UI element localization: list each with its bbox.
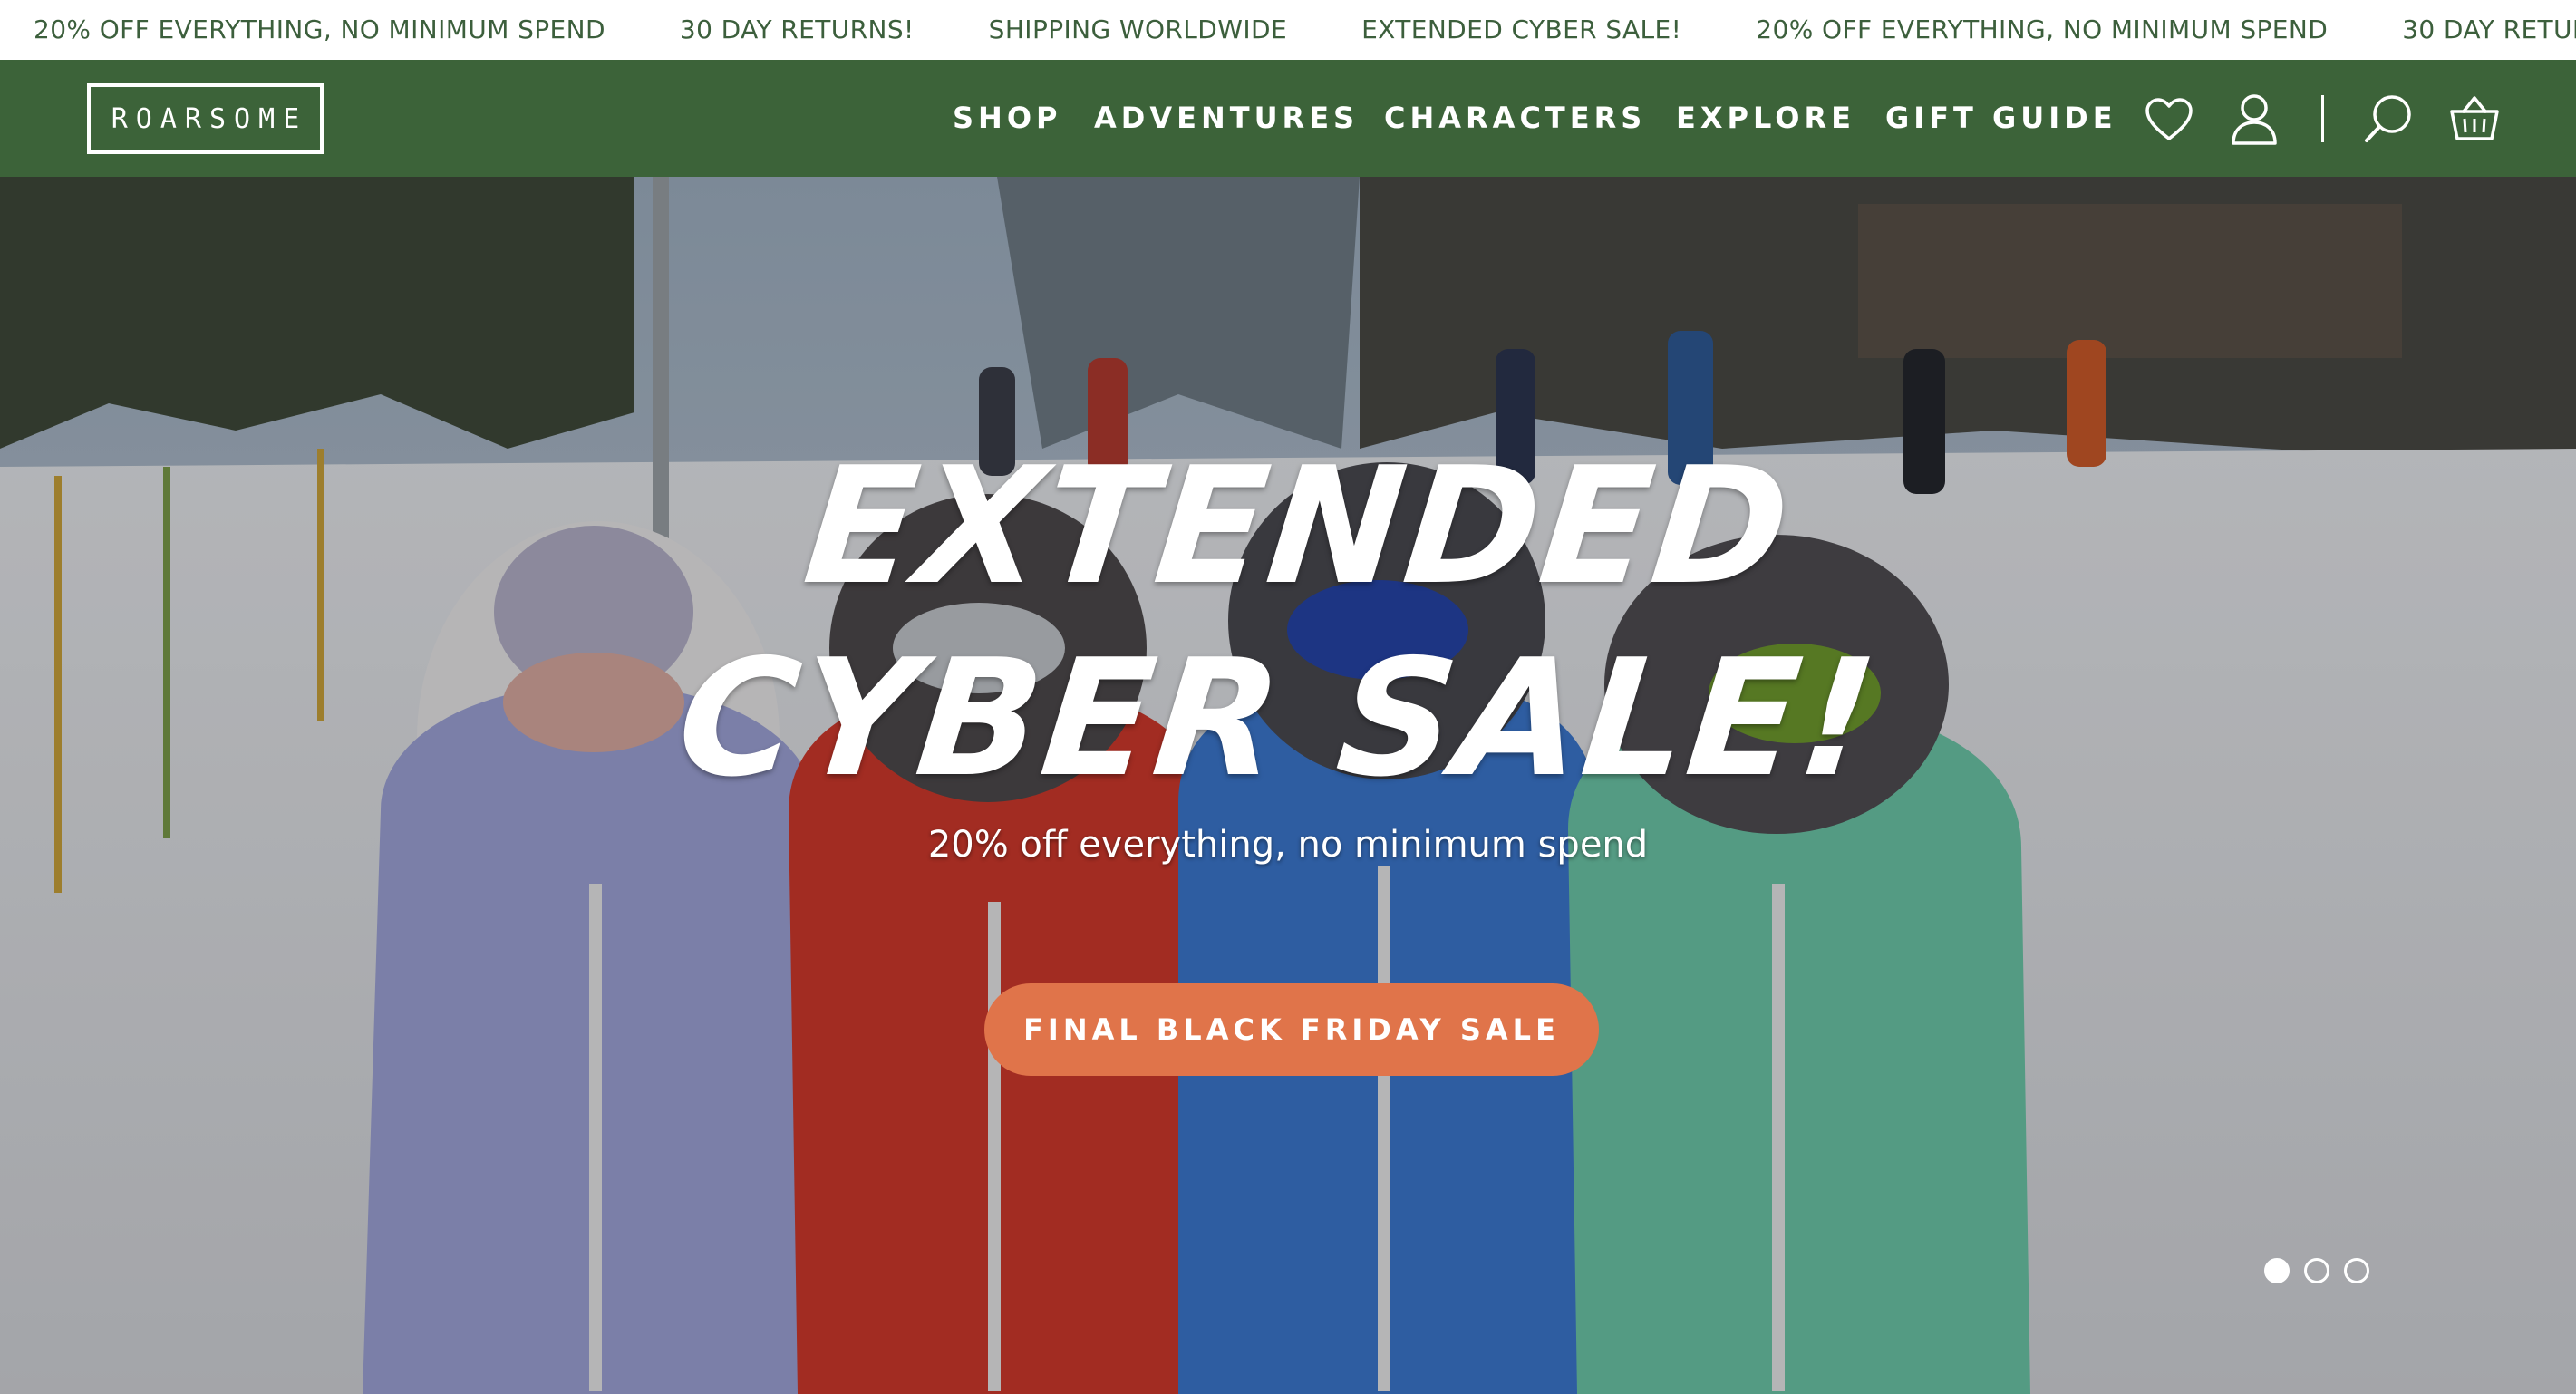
announcement-bar: 20% OFF EVERYTHING, NO MINIMUM SPEND 30 …	[0, 0, 2576, 60]
basket-icon[interactable]	[2449, 93, 2500, 142]
final-black-friday-sale-button[interactable]: FINAL BLACK FRIDAY SALE	[984, 983, 1599, 1076]
announcement-item: 20% OFF EVERYTHING, NO MINIMUM SPEND	[34, 15, 605, 44]
account-icon[interactable]	[2231, 92, 2278, 145]
announcement-item: EXTENDED CYBER SALE!	[1361, 15, 1682, 44]
nav-explore[interactable]: EXPLORE	[1676, 60, 1855, 177]
header-divider	[2321, 95, 2324, 142]
nav-characters[interactable]: CHARACTERS	[1384, 60, 1646, 177]
hero-banner: EXTENDED CYBER SALE! 20% off everything,…	[0, 177, 2576, 1394]
hero-title: EXTENDED CYBER SALE!	[670, 432, 1886, 812]
announcement-item: 20% OFF EVERYTHING, NO MINIMUM SPEND	[1756, 15, 2329, 44]
slide-dot-3[interactable]	[2344, 1258, 2369, 1283]
site-header: ROARSOME SHOP ADVENTURES CHARACTERS EXPL…	[0, 60, 2576, 177]
slide-dot-1[interactable]	[2264, 1258, 2290, 1283]
nav-gift-guide[interactable]: GIFT GUIDE	[1885, 60, 2117, 177]
announcement-item: 30 DAY RETURNS!	[2402, 15, 2576, 44]
announcement-item: 30 DAY RETURNS!	[679, 15, 915, 44]
nav-shop[interactable]: SHOP	[953, 60, 1061, 177]
nav-adventures[interactable]: ADVENTURES	[1094, 60, 1359, 177]
slide-dot-2[interactable]	[2304, 1258, 2329, 1283]
site-logo[interactable]: ROARSOME	[87, 83, 324, 154]
heart-icon[interactable]	[2145, 97, 2193, 142]
announcement-track: 20% OFF EVERYTHING, NO MINIMUM SPEND 30 …	[34, 0, 2576, 60]
hero-subtitle: 20% off everything, no minimum spend	[927, 824, 1649, 866]
announcement-item: SHIPPING WORLDWIDE	[988, 15, 1288, 44]
search-icon[interactable]	[2363, 93, 2414, 144]
